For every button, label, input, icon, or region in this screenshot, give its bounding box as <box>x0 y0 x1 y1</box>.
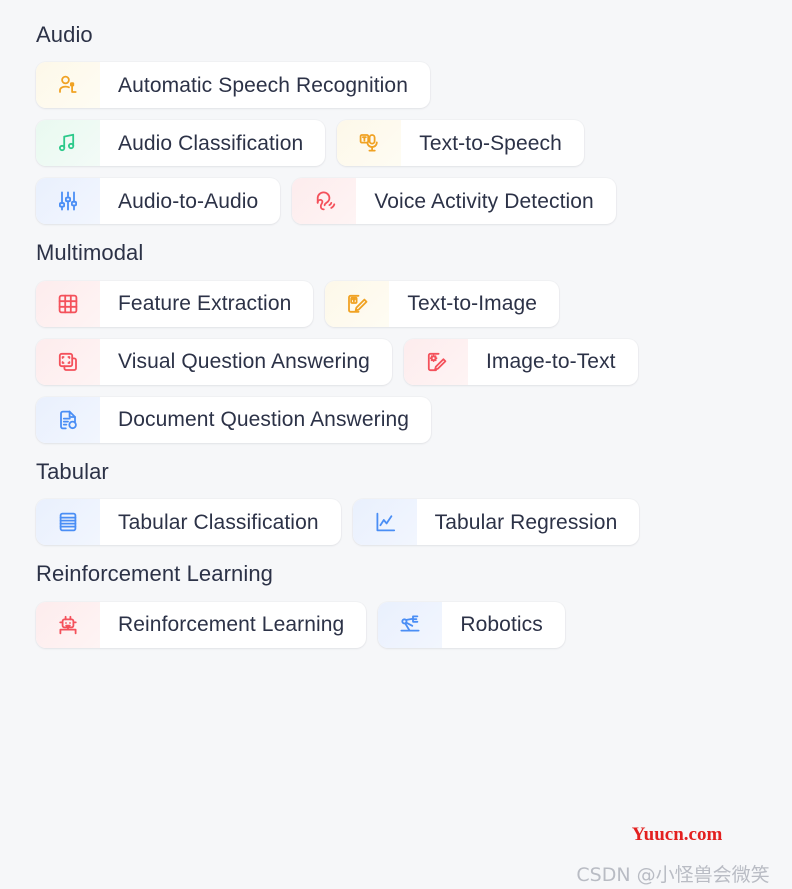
robot-icon <box>36 601 100 648</box>
task-pill-label: Text-to-Image <box>407 292 538 316</box>
table-rows-icon <box>36 499 100 546</box>
task-pill-label: Text-to-Speech <box>419 131 562 155</box>
task-pill-label: Feature Extraction <box>118 292 292 316</box>
section-title: Reinforcement Learning <box>36 561 274 587</box>
task-row: Feature Extraction Text-to-Image <box>36 280 792 327</box>
task-pill-automatic-speech-recognition[interactable]: Automatic Speech Recognition <box>36 62 430 109</box>
task-pill-reinforcement-learning[interactable]: Reinforcement Learning <box>36 601 367 648</box>
task-row: Tabular Classification Tabular Regression <box>36 499 792 546</box>
task-pill-voice-activity-detection[interactable]: Voice Activity Detection <box>292 178 616 225</box>
task-row: Visual Question Answering Image-to-Text <box>36 338 792 385</box>
task-pill-audio-to-audio[interactable]: Audio-to-Audio <box>36 178 281 225</box>
task-section: Tabular Tabular Classification Tabular Reg… <box>36 458 792 546</box>
task-pill-document-question-answering[interactable]: Document Question Answering <box>36 396 432 443</box>
task-pill-label: Tabular Classification <box>118 510 319 534</box>
task-row: Automatic Speech Recognition <box>36 62 792 109</box>
section-title: Tabular <box>36 458 109 484</box>
grid-table-icon <box>36 280 100 327</box>
speaking-person-icon <box>36 62 100 109</box>
task-pill-visual-question-answering[interactable]: Visual Question Answering <box>36 338 392 385</box>
task-section: Audio Automatic Speech Recognition Audio C… <box>36 22 792 225</box>
ear-sound-icon <box>292 178 357 225</box>
task-pill-tabular-regression[interactable]: Tabular Regression <box>352 499 640 546</box>
author-watermark: CSDN @小怪兽会微笑 <box>576 864 770 886</box>
image-crop-icon <box>36 338 100 385</box>
task-pill-label: Voice Activity Detection <box>374 189 594 213</box>
image-pencil-icon <box>403 338 468 385</box>
task-section: Multimodal Feature Extraction Text-to-Imag… <box>36 240 792 443</box>
document-search-icon <box>36 396 100 443</box>
task-pill-robotics[interactable]: Robotics <box>378 601 565 648</box>
section-title: Audio <box>36 22 93 47</box>
task-pill-tabular-classification[interactable]: Tabular Classification <box>36 499 341 546</box>
text-pencil-icon <box>325 280 390 327</box>
music-note-icon <box>36 120 100 167</box>
task-pill-label: Audio Classification <box>118 131 304 155</box>
task-section: Reinforcement Learning Reinforcement Lear… <box>36 561 792 648</box>
task-categories-container: Audio Automatic Speech Recognition Audio C… <box>0 0 792 648</box>
task-row: Audio Classification Text-to-Speech <box>36 120 792 167</box>
task-pill-feature-extraction[interactable]: Feature Extraction <box>36 280 314 327</box>
task-pill-label: Document Question Answering <box>118 408 410 432</box>
line-chart-icon <box>352 499 417 546</box>
task-pill-text-to-speech[interactable]: Text-to-Speech <box>337 120 584 167</box>
task-pill-label: Tabular Regression <box>434 510 618 534</box>
task-row: Document Question Answering <box>36 396 792 443</box>
task-row: Reinforcement Learning Robotics <box>36 601 792 648</box>
task-pill-image-to-text[interactable]: Image-to-Text <box>403 338 638 385</box>
task-pill-label: Image-to-Text <box>485 350 616 374</box>
task-pill-label: Reinforcement Learning <box>118 613 345 637</box>
site-watermark: Yuucn.com <box>631 824 723 845</box>
text-microphone-icon <box>337 120 402 167</box>
task-pill-label: Visual Question Answering <box>118 350 370 374</box>
task-row: Audio-to-Audio Voice Activity Detection <box>36 178 792 225</box>
robot-arm-icon <box>378 601 443 648</box>
task-pill-audio-classification[interactable]: Audio Classification <box>36 120 326 167</box>
task-pill-label: Audio-to-Audio <box>118 189 259 213</box>
section-title: Multimodal <box>36 240 144 266</box>
task-pill-text-to-image[interactable]: Text-to-Image <box>325 280 560 327</box>
task-pill-label: Automatic Speech Recognition <box>118 73 408 97</box>
sliders-icon <box>36 178 100 225</box>
task-pill-label: Robotics <box>460 613 543 637</box>
